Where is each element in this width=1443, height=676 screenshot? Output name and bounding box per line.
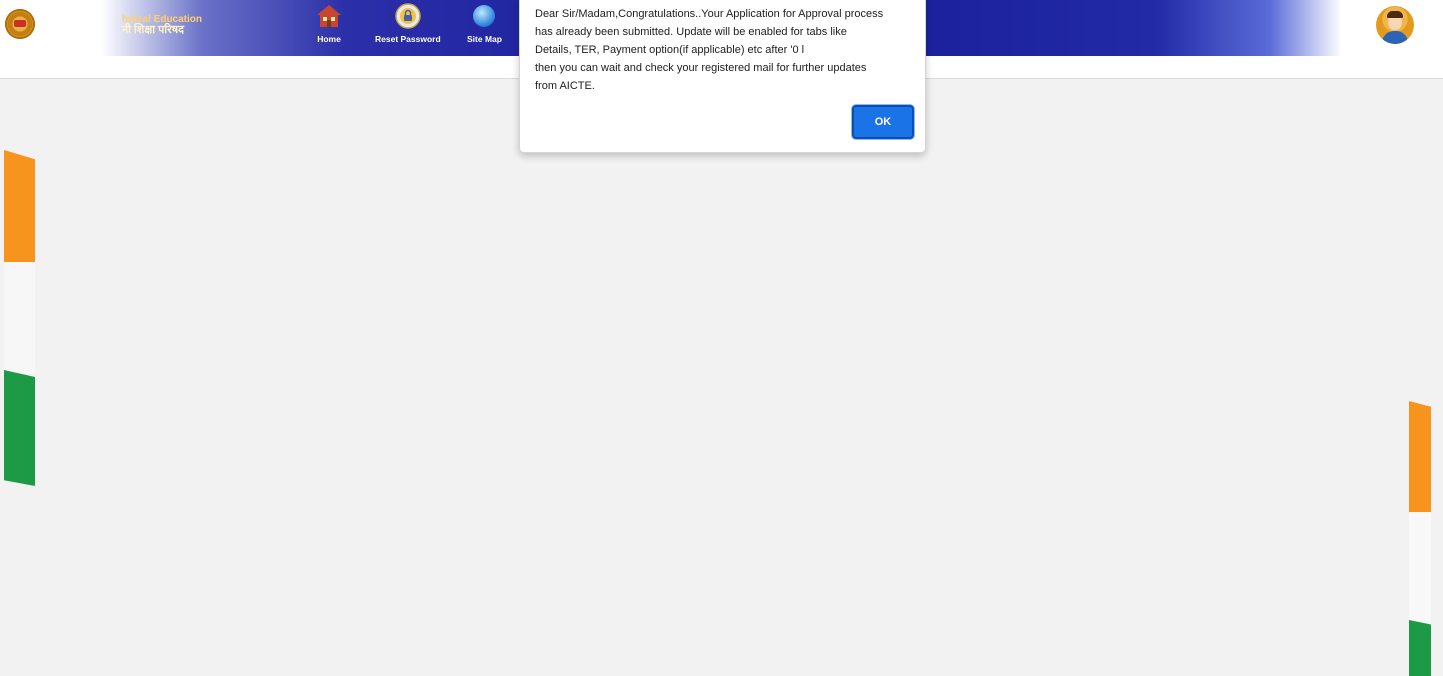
nav-home[interactable]: Home — [316, 3, 342, 44]
flag-saffron-right — [1409, 401, 1431, 517]
nav-home-label: Home — [317, 34, 341, 44]
ok-button[interactable]: OK — [852, 105, 914, 139]
flag-white-left — [4, 262, 35, 374]
flag-green-left — [4, 370, 35, 486]
nav-reset-password[interactable]: Reset Password — [375, 3, 441, 44]
brand-text: hnical Education नी शिक्षा परिषद — [122, 14, 202, 36]
flag-green-right — [1409, 620, 1431, 676]
brand-line-hindi: नी शिक्षा परिषद — [122, 24, 184, 36]
aicte-logo-icon[interactable] — [5, 9, 35, 39]
globe-icon — [473, 5, 496, 27]
flag-white-right — [1409, 512, 1431, 624]
lock-icon — [395, 3, 421, 29]
user-avatar-icon[interactable] — [1376, 6, 1414, 44]
nav-site-map-label: Site Map — [467, 34, 502, 44]
flag-saffron-left — [4, 150, 35, 265]
alert-dialog: Dear Sir/Madam,Congratulations..Your App… — [519, 0, 926, 153]
nav-reset-password-label: Reset Password — [375, 34, 441, 44]
home-icon — [317, 5, 341, 27]
nav-site-map[interactable]: Site Map — [467, 3, 502, 44]
alert-message: Dear Sir/Madam,Congratulations..Your App… — [535, 8, 884, 92]
